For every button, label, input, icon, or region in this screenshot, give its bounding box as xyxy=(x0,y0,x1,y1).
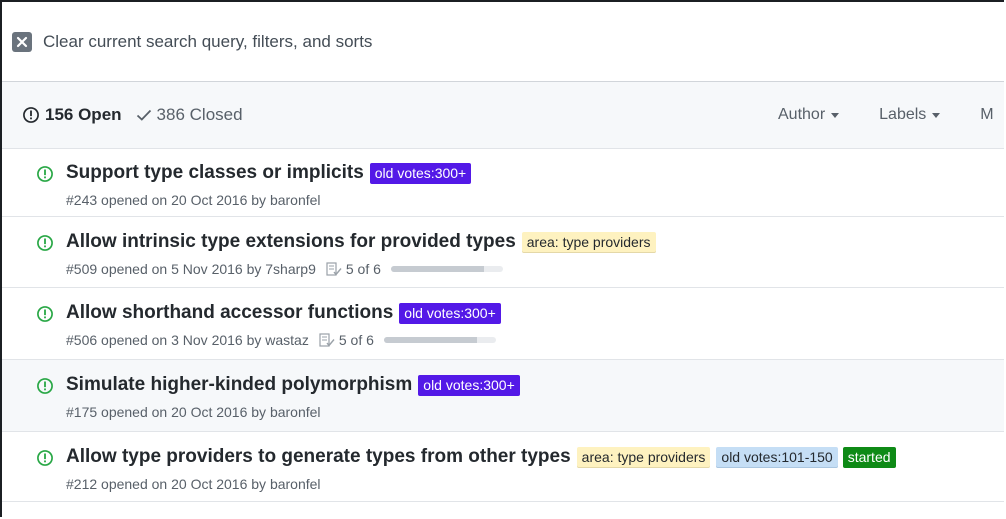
clear-filters-text[interactable]: Clear current search query, filters, and… xyxy=(43,32,372,52)
progress-fill xyxy=(390,266,484,272)
issue-label[interactable]: old votes:300+ xyxy=(399,302,501,324)
author-filter[interactable]: Author xyxy=(778,106,840,124)
issue-opened-icon xyxy=(37,306,53,322)
open-issues-tab[interactable]: 156 Open xyxy=(22,105,122,125)
task-count: 5 of 6 xyxy=(345,261,381,277)
issue-meta: #243 opened on 20 Oct 2016 by baronfel xyxy=(66,192,321,208)
chevron-down-icon xyxy=(932,112,941,118)
issue-opened-icon xyxy=(37,450,53,466)
milestones-filter[interactable]: M xyxy=(980,106,993,124)
issue-title[interactable]: Allow shorthand accessor functions xyxy=(66,302,393,324)
issue-meta: #212 opened on 20 Oct 2016 by baronfel xyxy=(66,476,321,492)
open-count: 156 Open xyxy=(45,105,122,124)
checklist-icon xyxy=(326,261,342,276)
issue-title[interactable]: Support type classes or implicits xyxy=(66,162,364,184)
task-progress: 5 of 6 xyxy=(326,261,503,277)
issue-label[interactable]: old votes:300+ xyxy=(418,374,520,396)
issue-label[interactable]: area: type providers xyxy=(521,231,656,253)
issue-row: Allow intrinsic type extensions for prov… xyxy=(2,217,1004,288)
task-progress: 5 of 6 xyxy=(319,332,496,348)
issue-label[interactable]: started xyxy=(842,446,896,468)
author-filter-label: Author xyxy=(778,106,826,123)
issue-title[interactable]: Allow type providers to generate types f… xyxy=(66,446,571,468)
issue-opened-icon xyxy=(23,107,39,123)
task-count: 5 of 6 xyxy=(338,332,374,348)
issues-list: 156 Open 386 Closed Author Labels M Supp… xyxy=(2,81,1004,502)
progress-bar xyxy=(390,266,503,272)
labels-filter[interactable]: Labels xyxy=(879,106,941,124)
closed-count: 386 Closed xyxy=(156,105,243,124)
issue-row: Simulate higher-kinded polymorphism old … xyxy=(2,360,1004,432)
issue-label[interactable]: old votes:300+ xyxy=(369,162,472,184)
issue-title[interactable]: Simulate higher-kinded polymorphism xyxy=(66,374,412,396)
issue-row: Allow type providers to generate types f… xyxy=(2,432,1004,502)
issues-window: Clear current search query, filters, and… xyxy=(0,0,1004,517)
issue-row: Allow shorthand accessor functions old v… xyxy=(2,288,1004,360)
labels-filter-label: Labels xyxy=(879,106,927,123)
milestones-filter-label: M xyxy=(980,106,994,123)
issue-row: Support type classes or implicits old vo… xyxy=(2,149,1004,217)
state-toggle: 156 Open 386 Closed xyxy=(22,105,243,125)
issue-opened-icon xyxy=(37,378,53,394)
closed-issues-tab[interactable]: 386 Closed xyxy=(136,105,243,125)
issue-label[interactable]: area: type providers xyxy=(576,446,711,468)
issue-title[interactable]: Allow intrinsic type extensions for prov… xyxy=(66,231,516,253)
progress-fill xyxy=(383,337,477,343)
close-icon[interactable] xyxy=(12,31,32,52)
issue-label[interactable]: old votes:101-150 xyxy=(716,446,838,468)
filter-menus: Author Labels M xyxy=(778,82,1004,148)
progress-bar xyxy=(383,337,496,343)
checklist-icon xyxy=(319,332,335,347)
issue-meta: #506 opened on 3 Nov 2016 by wastaz xyxy=(66,332,309,348)
chevron-down-icon xyxy=(831,112,840,118)
clear-filters-link[interactable]: Clear current search query, filters, and… xyxy=(2,2,1004,81)
issue-meta: #175 opened on 20 Oct 2016 by baronfel xyxy=(66,404,321,420)
issue-opened-icon xyxy=(37,166,53,182)
issue-opened-icon xyxy=(37,235,53,251)
issue-meta: #509 opened on 5 Nov 2016 by 7sharp9 xyxy=(66,261,316,277)
issues-header: 156 Open 386 Closed Author Labels M xyxy=(2,82,1004,149)
check-icon xyxy=(136,109,151,121)
